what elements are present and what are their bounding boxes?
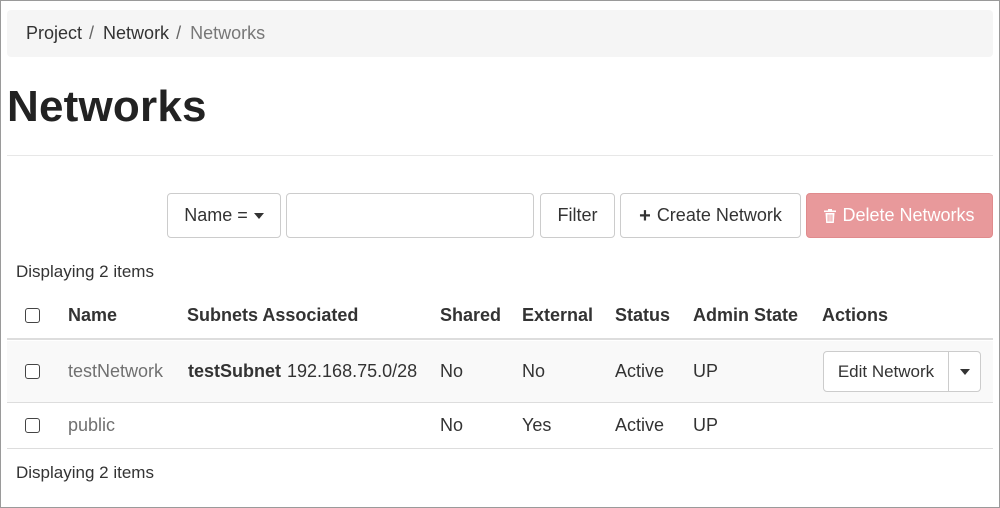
subnet-cidr: 192.168.75.0/28 — [287, 361, 418, 381]
shared-cell: No — [440, 415, 464, 435]
shared-cell: No — [440, 361, 464, 381]
column-header-name[interactable]: Name — [68, 292, 117, 338]
column-header-status[interactable]: Status — [615, 292, 670, 338]
row-checkbox[interactable] — [25, 418, 40, 433]
subnet-name: testSubnet — [188, 361, 282, 381]
row-actions-group: Edit Network — [823, 351, 981, 392]
column-header-shared[interactable]: Shared — [440, 292, 501, 338]
subnets-cell: testSubnet 192.168.75.0/28 — [188, 341, 417, 402]
network-name-link[interactable]: public — [68, 403, 115, 448]
create-network-button[interactable]: + Create Network — [620, 193, 801, 238]
status-cell: Active — [615, 415, 665, 435]
item-count-bottom: Displaying 2 items — [16, 463, 154, 482]
external-cell: No — [522, 361, 546, 381]
caret-down-icon — [253, 212, 264, 219]
delete-networks-button[interactable]: Delete Networks — [806, 193, 993, 238]
breadcrumb-project[interactable]: Project — [26, 23, 82, 44]
filter-button-label: Filter — [557, 205, 598, 225]
column-header-actions: Actions — [822, 304, 889, 325]
filter-field-select[interactable]: Name = — [167, 193, 281, 238]
edit-network-button[interactable]: Edit Network — [824, 352, 949, 391]
breadcrumb-separator: / — [89, 23, 95, 43]
table-row: testNetwork testSubnet 192.168.75.0/28 N… — [7, 341, 993, 403]
admin-state-cell: UP — [693, 415, 719, 435]
trash-icon — [824, 208, 837, 223]
external-cell: Yes — [522, 415, 552, 435]
caret-down-icon — [959, 368, 970, 375]
column-header-admin-state[interactable]: Admin State — [693, 292, 798, 338]
plus-icon: + — [639, 204, 651, 227]
page-title: Networks — [7, 82, 207, 131]
row-actions-dropdown-toggle[interactable] — [949, 352, 980, 391]
breadcrumb-networks: Networks — [190, 23, 266, 43]
breadcrumb-network[interactable]: Network — [103, 23, 169, 44]
create-network-label: Create Network — [656, 205, 782, 225]
breadcrumb-separator: / — [176, 23, 182, 43]
table-header: Name Subnets Associated Shared External … — [7, 292, 993, 340]
filter-input[interactable] — [286, 193, 534, 238]
network-name-link[interactable]: testNetwork — [68, 341, 163, 402]
row-checkbox[interactable] — [25, 364, 40, 379]
filter-button[interactable]: Filter — [540, 193, 615, 238]
admin-state-cell: UP — [693, 361, 719, 381]
table-row: public No Yes Active UP — [7, 403, 993, 449]
column-header-external[interactable]: External — [522, 292, 593, 338]
column-header-subnets[interactable]: Subnets Associated — [187, 292, 358, 338]
filter-field-select-label: Name = — [184, 205, 248, 225]
breadcrumb: Project / Network / Networks — [7, 10, 993, 57]
title-divider — [7, 155, 993, 156]
item-count-top: Displaying 2 items — [16, 262, 154, 281]
select-all-checkbox[interactable] — [25, 307, 40, 323]
status-cell: Active — [615, 361, 665, 381]
delete-networks-label: Delete Networks — [842, 205, 975, 225]
